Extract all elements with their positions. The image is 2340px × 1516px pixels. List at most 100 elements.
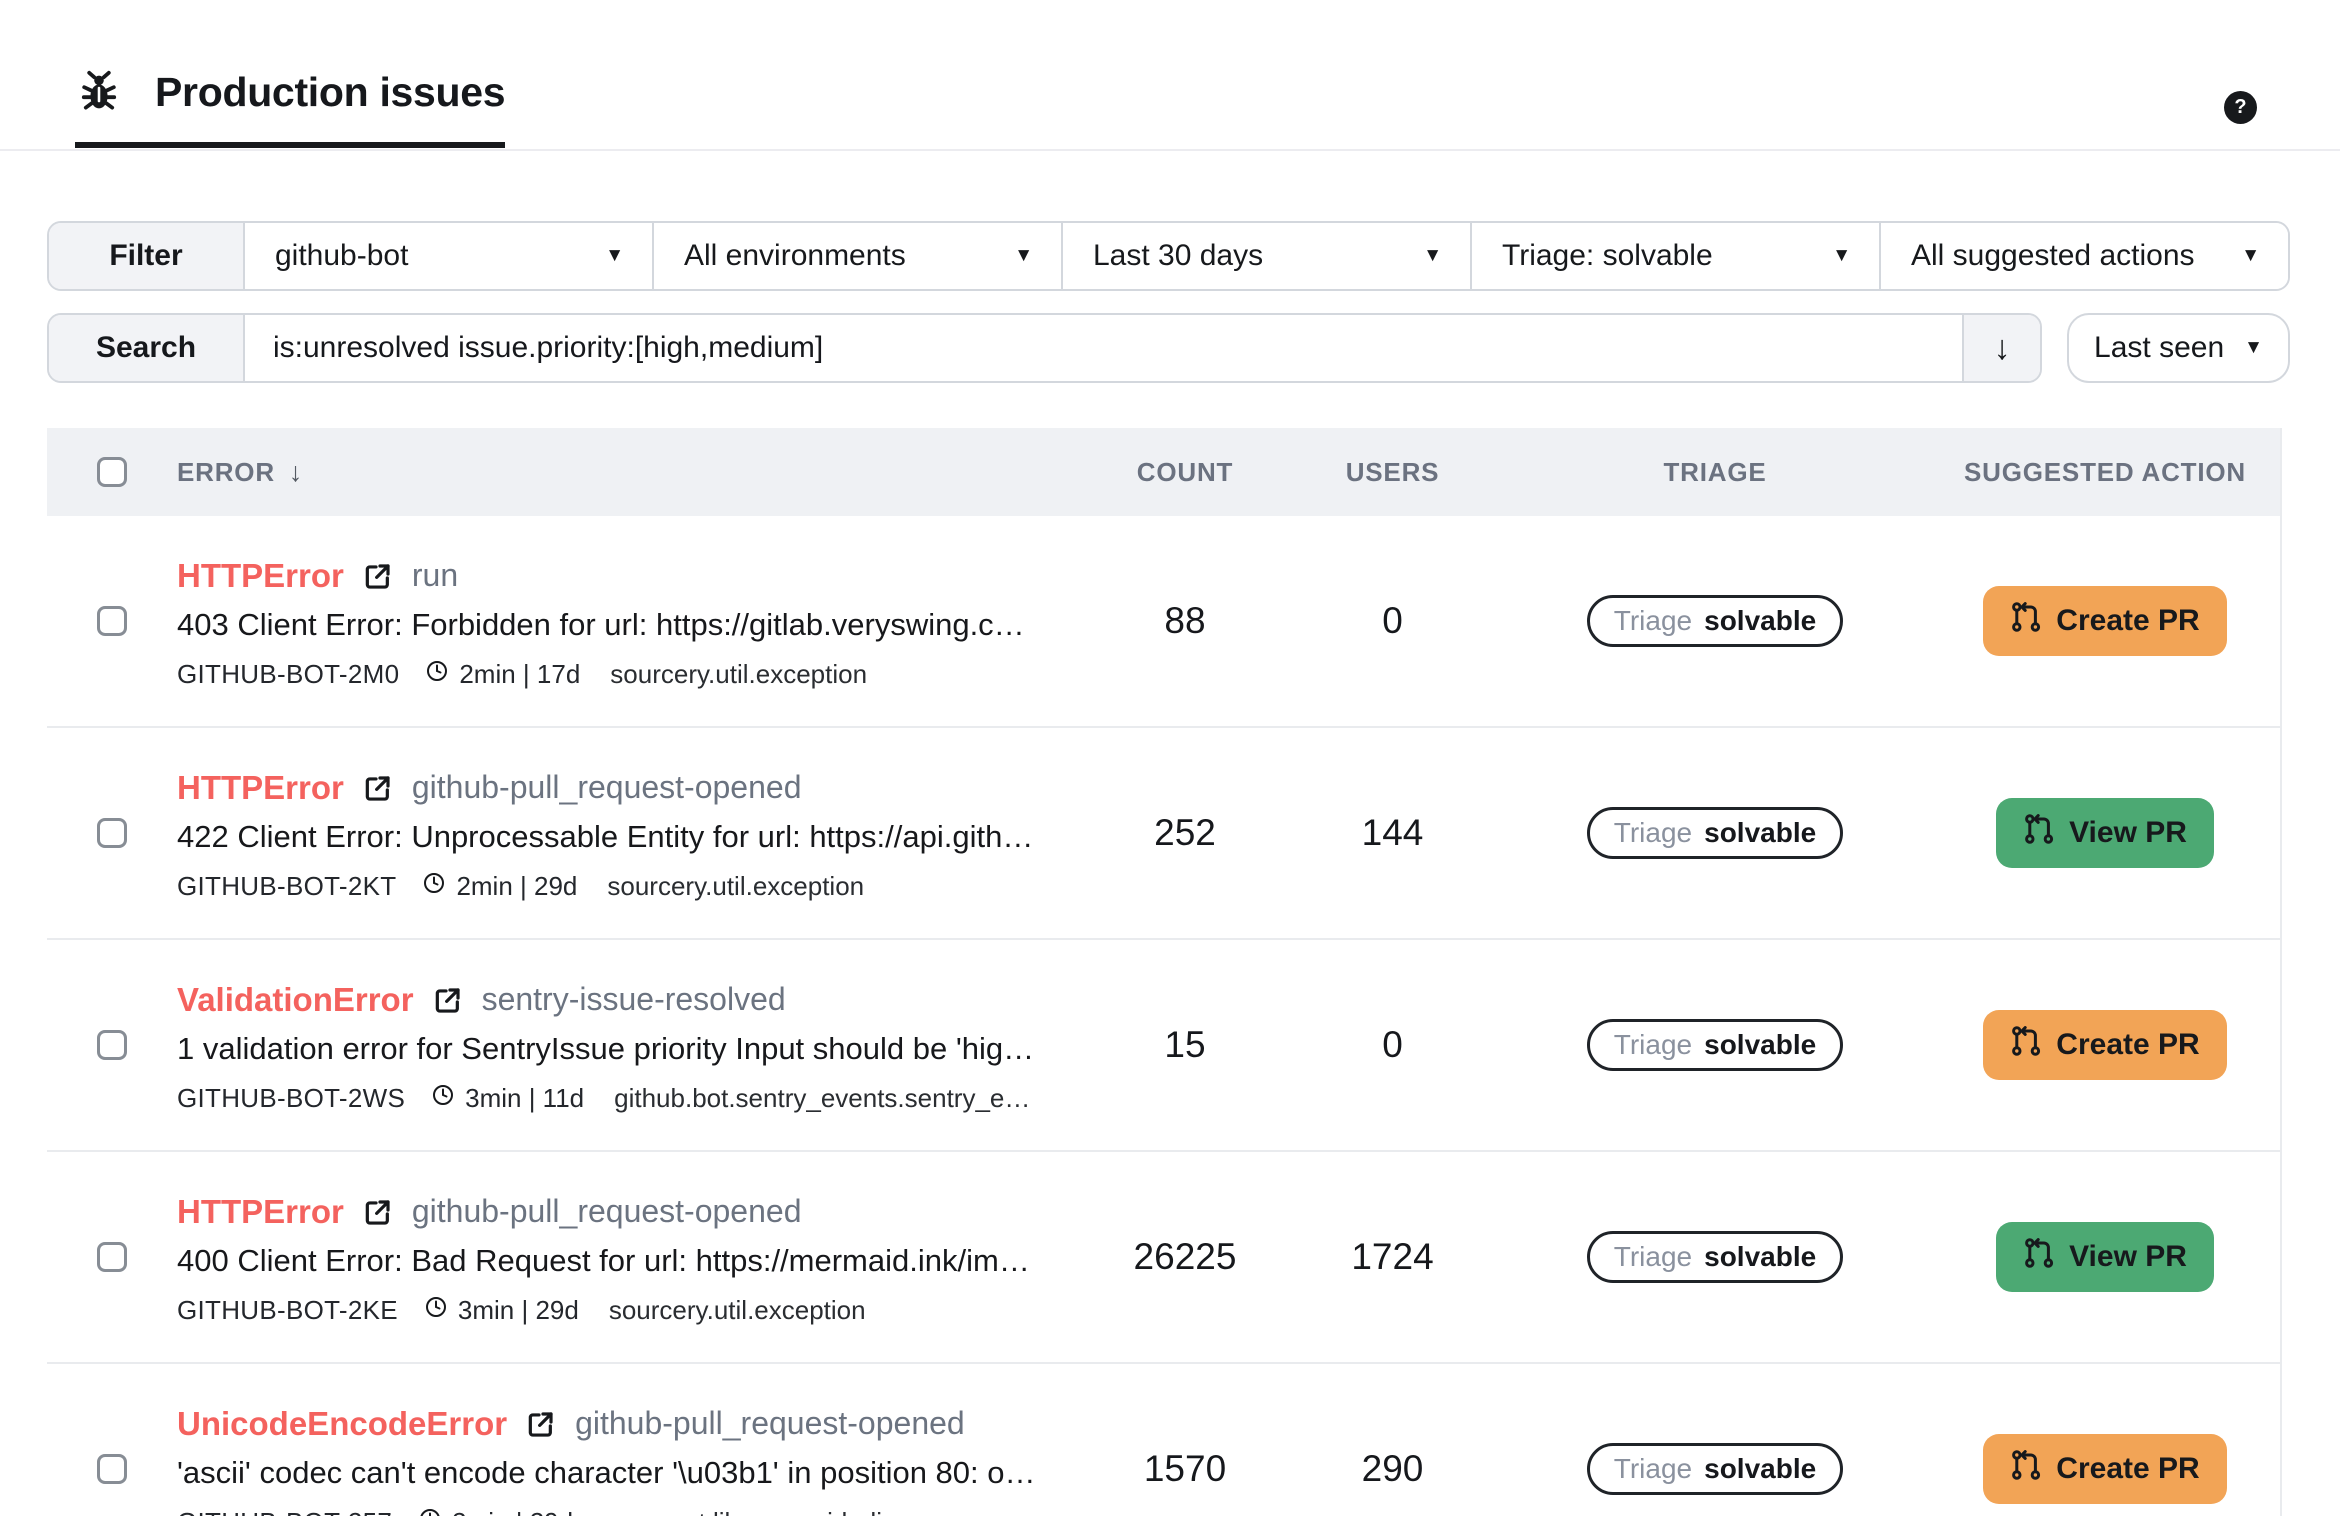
arrow-down-icon: ↓: [1994, 329, 2011, 368]
sort-dropdown-value: Last seen: [2094, 331, 2224, 365]
git-pull-request-icon: [2023, 813, 2055, 853]
row-checkbox[interactable]: [97, 1242, 127, 1272]
issue-age: 2min | 29d: [456, 871, 577, 902]
row-checkbox[interactable]: [97, 1030, 127, 1060]
row-checkbox[interactable]: [97, 606, 127, 636]
error-type-link[interactable]: HTTPError: [177, 769, 344, 807]
triage-dropdown[interactable]: Triage: solvable ▼: [1472, 223, 1881, 289]
filter-label: Filter: [49, 223, 245, 289]
bug-icon: [75, 68, 123, 116]
column-header-error[interactable]: ERROR ↓: [177, 457, 1085, 488]
git-pull-request-icon: [2023, 1237, 2055, 1277]
users-value: 144: [1285, 812, 1500, 854]
column-header-triage: TRIAGE: [1500, 457, 1930, 488]
search-label: Search: [49, 315, 245, 381]
error-type-link[interactable]: ValidationError: [177, 981, 414, 1019]
suggested-action-button[interactable]: View PR: [1996, 798, 2214, 868]
triage-badge: Triage solvable: [1587, 807, 1843, 859]
page-header: Production issues ?: [0, 0, 2340, 148]
issue-module: github.bot.sentry_events.sentry_e…: [614, 1083, 1030, 1114]
error-message: 1 validation error for SentryIssue prior…: [177, 1031, 1085, 1067]
users-value: 1724: [1285, 1236, 1500, 1278]
select-all-checkbox[interactable]: [97, 457, 127, 487]
suggested-action-button[interactable]: Create PR: [1983, 1434, 2226, 1504]
sort-dropdown[interactable]: Last seen ▼: [2067, 313, 2290, 383]
external-link-icon[interactable]: [432, 984, 464, 1016]
issue-id: GITHUB-BOT-2KT: [177, 871, 396, 902]
sort-descending-icon: ↓: [289, 457, 303, 488]
suggested-action-label: View PR: [2069, 816, 2187, 850]
users-value: 0: [1285, 1024, 1500, 1066]
page-title: Production issues: [155, 69, 505, 116]
column-header-users: USERS: [1285, 457, 1500, 488]
suggested-actions-dropdown-value: All suggested actions: [1911, 239, 2195, 273]
chevron-down-icon: ▼: [1423, 245, 1442, 267]
clock-icon: [425, 659, 449, 690]
issues-table: ERROR ↓ COUNT USERS TRIAGE SUGGESTED ACT…: [47, 428, 2282, 1516]
error-message: 403 Client Error: Forbidden for url: htt…: [177, 607, 1085, 643]
suggested-action-button[interactable]: Create PR: [1983, 1010, 2226, 1080]
count-value: 26225: [1085, 1236, 1285, 1278]
chevron-down-icon: ▼: [1832, 245, 1851, 267]
suggested-action-label: Create PR: [2056, 604, 2199, 638]
issue-module: sourcery.util.exception: [609, 1295, 866, 1326]
date-range-dropdown[interactable]: Last 30 days ▼: [1063, 223, 1472, 289]
chevron-down-icon: ▼: [2241, 245, 2260, 267]
error-type-link[interactable]: UnicodeEncodeError: [177, 1405, 507, 1443]
suggested-action-label: Create PR: [2056, 1028, 2199, 1062]
date-range-dropdown-value: Last 30 days: [1093, 239, 1263, 273]
count-value: 1570: [1085, 1448, 1285, 1490]
row-checkbox[interactable]: [97, 1454, 127, 1484]
column-header-suggested-action: SUGGESTED ACTION: [1930, 457, 2280, 488]
transaction-name: sentry-issue-resolved: [482, 981, 786, 1018]
help-button[interactable]: ?: [2224, 91, 2257, 124]
chevron-down-icon: ▼: [1014, 245, 1033, 267]
suggested-action-button[interactable]: Create PR: [1983, 586, 2226, 656]
error-type-link[interactable]: HTTPError: [177, 1193, 344, 1231]
clock-icon: [422, 871, 446, 902]
clock-icon: [431, 1083, 455, 1114]
issue-module: sourcery.util.exception: [607, 871, 864, 902]
suggested-action-label: View PR: [2069, 1240, 2187, 1274]
issue-id: GITHUB-BOT-2M0: [177, 659, 399, 690]
count-value: 88: [1085, 600, 1285, 642]
issue-module: pr_agent.lib.mermaid_diagrams: [603, 1507, 969, 1516]
table-header-row: ERROR ↓ COUNT USERS TRIAGE SUGGESTED ACT…: [47, 428, 2280, 516]
table-row: ValidationError sentry-issue-resolved 1 …: [47, 940, 2280, 1152]
search-submit-button[interactable]: ↓: [1962, 315, 2040, 381]
clock-icon: [418, 1507, 442, 1516]
external-link-icon[interactable]: [362, 772, 394, 804]
triage-badge: Triage solvable: [1587, 595, 1843, 647]
issue-id: GITHUB-BOT-2WS: [177, 1083, 405, 1114]
external-link-icon[interactable]: [362, 1196, 394, 1228]
error-message: 400 Client Error: Bad Request for url: h…: [177, 1243, 1085, 1279]
table-row: HTTPError github-pull_request-opened 400…: [47, 1152, 2280, 1364]
search-input[interactable]: [245, 315, 1962, 381]
suggested-actions-dropdown[interactable]: All suggested actions ▼: [1881, 223, 2288, 289]
search-bar: Search ↓: [47, 313, 2042, 383]
count-value: 252: [1085, 812, 1285, 854]
external-link-icon[interactable]: [362, 560, 394, 592]
table-row: HTTPError github-pull_request-opened 422…: [47, 728, 2280, 940]
triage-dropdown-value: Triage: solvable: [1502, 239, 1713, 273]
git-pull-request-icon: [2010, 601, 2042, 641]
issue-age: 3min | 29d: [452, 1507, 573, 1516]
error-message: 'ascii' codec can't encode character '\u…: [177, 1455, 1085, 1491]
users-value: 290: [1285, 1448, 1500, 1490]
git-pull-request-icon: [2010, 1025, 2042, 1065]
suggested-action-button[interactable]: View PR: [1996, 1222, 2214, 1292]
column-header-count: COUNT: [1085, 457, 1285, 488]
row-checkbox[interactable]: [97, 818, 127, 848]
transaction-name: github-pull_request-opened: [575, 1405, 965, 1442]
issue-age: 3min | 29d: [458, 1295, 579, 1326]
error-message: 422 Client Error: Unprocessable Entity f…: [177, 819, 1085, 855]
triage-badge: Triage solvable: [1587, 1019, 1843, 1071]
project-dropdown[interactable]: github-bot ▼: [245, 223, 654, 289]
chevron-down-icon: ▼: [2244, 337, 2263, 359]
transaction-name: github-pull_request-opened: [412, 1193, 802, 1230]
environment-dropdown[interactable]: All environments ▼: [654, 223, 1063, 289]
issue-module: sourcery.util.exception: [610, 659, 867, 690]
error-type-link[interactable]: HTTPError: [177, 557, 344, 595]
active-tab-production-issues: Production issues: [75, 68, 505, 148]
external-link-icon[interactable]: [525, 1408, 557, 1440]
